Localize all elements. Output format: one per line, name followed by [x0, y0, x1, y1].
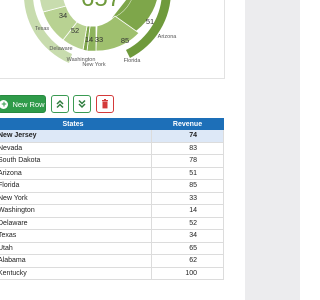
slice-value-label: 33	[95, 35, 103, 44]
grid-header-row: States Revenue	[0, 118, 224, 130]
slice-category-label: Arizona	[158, 34, 178, 40]
slice-value-label: 51	[146, 17, 154, 26]
table-row[interactable]: Alabama 62	[0, 254, 224, 268]
cell-revenue[interactable]: 65	[151, 241, 224, 255]
table-row[interactable]: Nevada 83	[0, 141, 224, 155]
trash-icon	[102, 99, 108, 109]
table-row[interactable]: Florida 85	[0, 179, 224, 193]
cell-revenue[interactable]: 52	[151, 216, 224, 230]
new-row-button[interactable]: + New Row	[0, 95, 46, 113]
cell-revenue[interactable]: 62	[151, 254, 224, 268]
cell-state[interactable]: Kentucky	[0, 266, 152, 280]
slice-value-label: 34	[59, 11, 67, 20]
cell-state[interactable]: South Dakota	[0, 154, 152, 168]
table-row[interactable]: Delaware 52	[0, 216, 224, 230]
table-row[interactable]: Kentucky 100	[0, 266, 224, 280]
double-chevron-up-icon	[56, 99, 64, 109]
cell-state[interactable]: Delaware	[0, 216, 152, 230]
cell-revenue[interactable]: 51	[151, 166, 224, 180]
cell-state[interactable]: New York	[0, 191, 152, 205]
side-panel	[245, 0, 300, 300]
table-row[interactable]: Washington 14	[0, 204, 224, 218]
cell-state[interactable]: Nevada	[0, 141, 152, 155]
slice-category-label: Texas	[35, 26, 50, 32]
cell-state[interactable]: Arizona	[0, 166, 152, 180]
table-row[interactable]: Arizona 51	[0, 166, 224, 180]
cell-revenue[interactable]: 100	[151, 266, 224, 280]
new-row-label: New Row	[12, 99, 45, 109]
data-grid: States Revenue New Jersey 74 Nevada 83 S…	[0, 118, 224, 280]
donut-chart: 657 34 52 14 33 85 51 Texas Delaware Was…	[24, 0, 178, 68]
slice-value-label: 85	[121, 36, 129, 45]
cell-revenue[interactable]: 14	[151, 204, 224, 218]
double-chevron-down-icon	[78, 99, 86, 109]
cell-state[interactable]: New Jersey	[0, 129, 152, 143]
cell-state[interactable]: Florida	[0, 179, 152, 193]
slice-category-label: Delaware	[49, 46, 72, 52]
move-up-button[interactable]	[51, 95, 69, 113]
table-row[interactable]: Utah 65	[0, 241, 224, 255]
cell-state[interactable]: Utah	[0, 241, 152, 255]
plus-circle-icon: +	[0, 98, 9, 109]
cell-state[interactable]: Texas	[0, 229, 152, 243]
donut-chart-card: 657 34 52 14 33 85 51 Texas Delaware Was…	[0, 0, 225, 79]
table-row[interactable]: South Dakota 78	[0, 154, 224, 168]
cell-state[interactable]: Washington	[0, 204, 152, 218]
table-row[interactable]: New York 33	[0, 191, 224, 205]
center-total-value: 657	[81, 0, 121, 12]
slice-category-label: New York	[82, 62, 105, 68]
table-row[interactable]: Texas 34	[0, 229, 224, 243]
delete-row-button[interactable]	[96, 95, 114, 113]
cell-revenue[interactable]: 78	[151, 154, 224, 168]
cell-revenue[interactable]: 83	[151, 141, 224, 155]
column-header-revenue[interactable]: Revenue	[151, 118, 224, 130]
cell-revenue[interactable]: 85	[151, 179, 224, 193]
cell-revenue[interactable]: 34	[151, 229, 224, 243]
column-header-states[interactable]: States	[0, 118, 152, 130]
cell-revenue[interactable]: 33	[151, 191, 224, 205]
slice-category-label: Florida	[124, 58, 142, 64]
table-row-selected[interactable]: New Jersey 74	[0, 129, 224, 143]
move-down-button[interactable]	[73, 95, 91, 113]
cell-state[interactable]: Alabama	[0, 254, 152, 268]
slice-value-label: 52	[71, 26, 79, 35]
slice-value-label: 14	[85, 35, 93, 44]
cell-revenue[interactable]: 74	[151, 129, 224, 143]
